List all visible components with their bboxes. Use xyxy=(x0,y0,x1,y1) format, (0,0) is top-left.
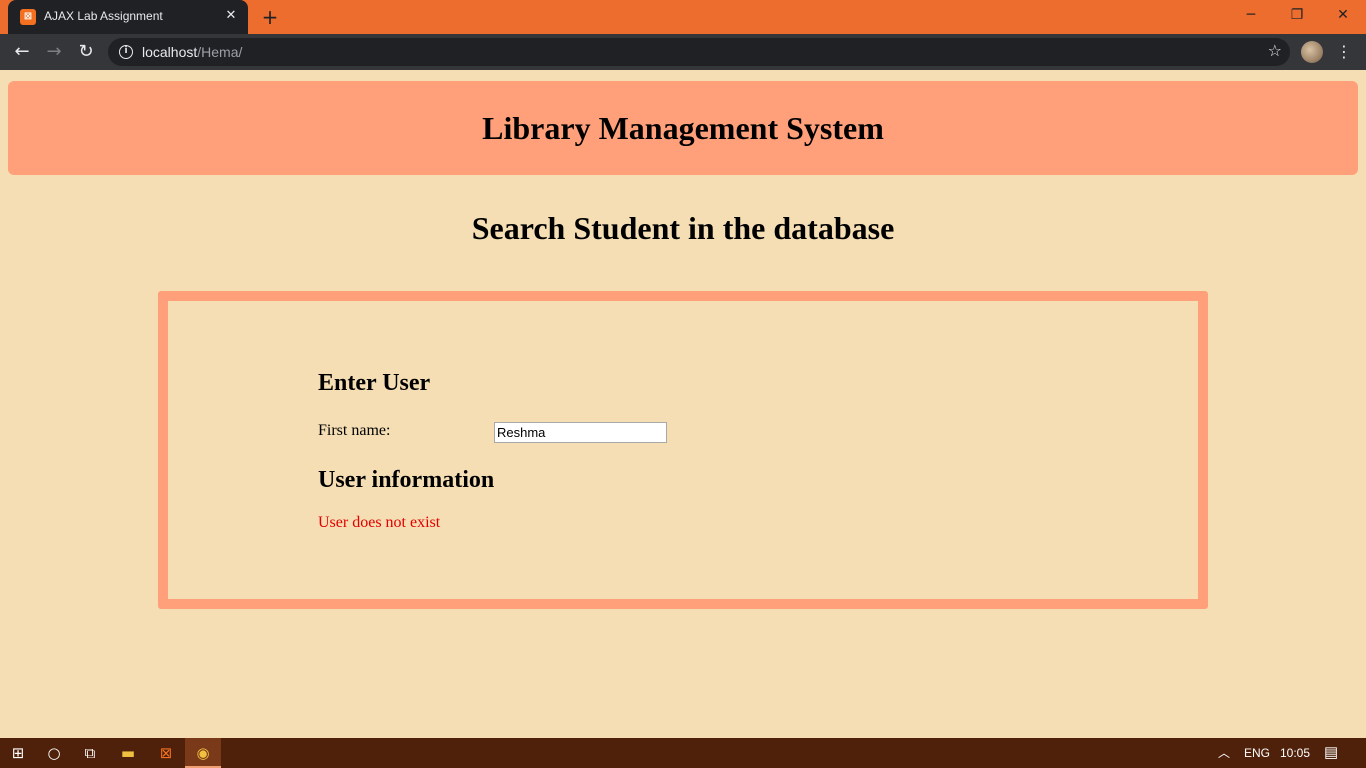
clock[interactable]: 10:05 xyxy=(1280,738,1310,768)
task-view-icon[interactable]: ⧉ xyxy=(72,738,108,768)
browser-toolbar: ← → ↻ i localhost/Hema/ ☆ ⋮ xyxy=(0,34,1366,70)
language-indicator[interactable]: ENG xyxy=(1244,738,1270,768)
notifications-icon[interactable]: ▤ xyxy=(1324,738,1338,768)
url-path: /Hema/ xyxy=(197,44,243,60)
back-button[interactable]: ← xyxy=(8,38,36,66)
browser-tab[interactable]: ⊠ AJAX Lab Assignment ✕ xyxy=(8,0,248,34)
tab-title: AJAX Lab Assignment xyxy=(44,9,163,23)
forward-button[interactable]: → xyxy=(40,38,68,66)
profile-avatar[interactable] xyxy=(1301,41,1323,63)
info-icon[interactable]: i xyxy=(119,45,133,59)
chrome-taskbar-icon[interactable]: ◉ xyxy=(185,738,221,768)
enter-user-heading: Enter User xyxy=(318,370,431,396)
windows-start-icon[interactable]: ⊞ xyxy=(0,738,36,768)
close-tab-icon[interactable]: ✕ xyxy=(222,7,240,25)
page-subtitle: Search Student in the database xyxy=(471,210,895,246)
browser-tabstrip: ⊠ AJAX Lab Assignment ✕ + ─ ❐ ✕ xyxy=(0,0,1366,34)
site-title: Library Management System xyxy=(482,110,884,146)
restore-button[interactable]: ❐ xyxy=(1274,0,1320,30)
close-window-button[interactable]: ✕ xyxy=(1320,0,1366,30)
search-result-message: User does not exist xyxy=(318,514,441,531)
reload-button[interactable]: ↻ xyxy=(72,38,100,66)
new-tab-button[interactable]: + xyxy=(258,5,282,29)
xampp-taskbar-icon[interactable]: ⊠ xyxy=(148,738,184,768)
xampp-icon: ⊠ xyxy=(20,9,36,25)
search-circle-icon[interactable]: ○ xyxy=(36,738,72,768)
site-header: Library Management System xyxy=(8,81,1358,175)
url-text[interactable]: localhost/Hema/ xyxy=(142,44,242,60)
first-name-label: First name: xyxy=(318,422,391,439)
browser-menu-icon[interactable]: ⋮ xyxy=(1334,38,1354,66)
url-host: localhost xyxy=(142,44,198,60)
file-explorer-icon[interactable]: ▬ xyxy=(110,738,146,768)
address-bar[interactable]: i localhost/Hema/ ☆ xyxy=(108,38,1290,66)
minimize-button[interactable]: ─ xyxy=(1228,0,1274,30)
first-name-input[interactable] xyxy=(494,422,667,443)
windows-taskbar: ⊞ ○ ⧉ ▬ ⊠ ◉ ︿ ENG 10:05 ▤ xyxy=(0,738,1366,768)
tray-chevron-icon[interactable]: ︿ xyxy=(1218,738,1230,768)
search-panel: Enter User First name: User information … xyxy=(158,291,1208,609)
page-content: Library Management System Search Student… xyxy=(0,70,1366,738)
user-information-heading: User information xyxy=(318,467,495,493)
bookmark-star-icon[interactable]: ☆ xyxy=(1268,41,1282,60)
